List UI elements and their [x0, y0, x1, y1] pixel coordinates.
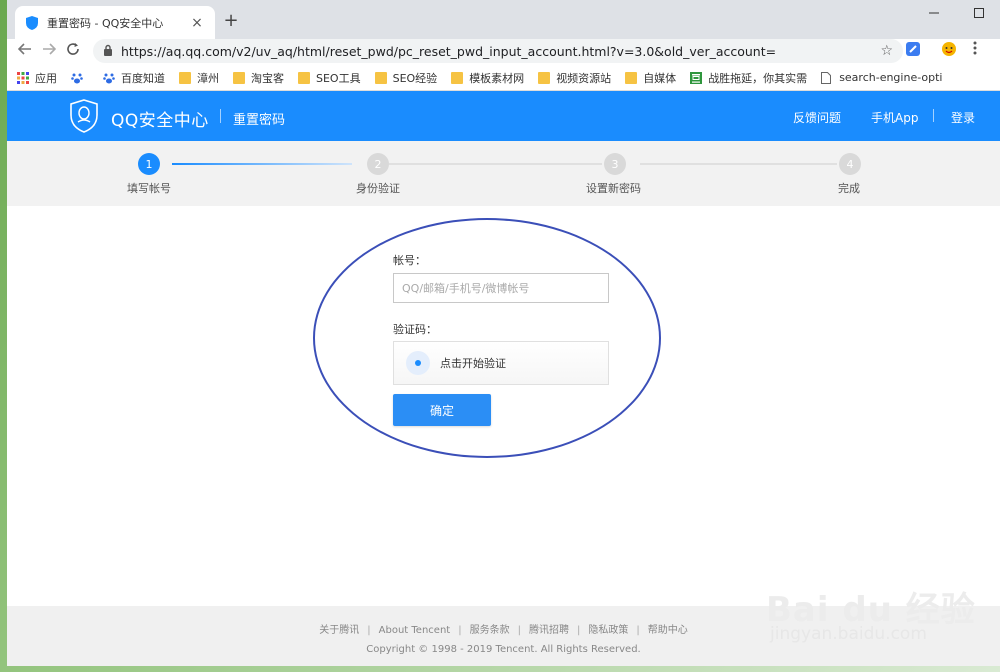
- maximize-icon[interactable]: [957, 0, 1000, 26]
- step-connector: [389, 163, 602, 165]
- step-2-circle: 2: [367, 153, 389, 175]
- minimize-icon[interactable]: [912, 0, 956, 26]
- tab-reset-password[interactable]: 重置密码 - QQ安全中心 ×: [15, 6, 215, 39]
- emoji-extension-icon[interactable]: [939, 41, 959, 61]
- bookmark-label: 战胜拖延，你其实需: [708, 71, 808, 85]
- bookmark-baidu[interactable]: [71, 72, 89, 84]
- account-input[interactable]: [393, 273, 609, 303]
- browser-window: 重置密码 - QQ安全中心 × + https://aq.qq.com/v2/u…: [7, 0, 1000, 666]
- header-divider: [933, 109, 934, 122]
- bookmark-label: 淘宝客: [251, 71, 284, 85]
- footer-separator: |: [367, 625, 371, 636]
- footer-link-terms[interactable]: 服务条款: [470, 625, 510, 636]
- tab-title: 重置密码 - QQ安全中心: [47, 16, 164, 30]
- bookmark-folder-seo-tools[interactable]: SEO工具: [298, 70, 361, 86]
- captcha-text: 点击开始验证: [440, 357, 506, 370]
- bookmark-apps[interactable]: 应用: [17, 70, 57, 86]
- footer-separator: |: [576, 625, 581, 636]
- tab-strip: 重置密码 - QQ安全中心 × +: [7, 0, 1000, 39]
- account-label: 帐号：: [393, 254, 426, 267]
- bookmark-douban[interactable]: 战胜拖延，你其实需: [690, 70, 807, 86]
- bookmark-label: 视频资源站: [556, 71, 612, 85]
- folder-icon: [625, 71, 638, 84]
- bookmark-label: search-engine-opti: [839, 71, 943, 84]
- qq-security-shield-icon: [70, 99, 98, 133]
- footer-separator: |: [517, 625, 521, 636]
- back-arrow-icon[interactable]: [13, 42, 37, 60]
- step-2-label: 身份验证: [356, 182, 400, 195]
- folder-icon: [179, 71, 191, 84]
- bookmark-folder-media[interactable]: 自媒体: [625, 70, 676, 86]
- step-4-circle: 4: [839, 153, 861, 175]
- bookmark-seo-page[interactable]: search-engine-opti: [821, 71, 942, 84]
- baidu-paw-icon: [103, 72, 115, 84]
- login-link[interactable]: 登录: [951, 109, 975, 126]
- folder-icon: [233, 71, 245, 84]
- footer-link-jobs[interactable]: 腾讯招聘: [529, 625, 569, 636]
- feedback-link[interactable]: 反馈问题: [793, 109, 841, 126]
- progress-steps: 1 2 3 4 填写帐号 身份验证 设置新密码 完成: [7, 141, 1000, 206]
- reset-form-area: 帐号： 验证码： 点击开始验证 确定: [7, 206, 1000, 608]
- bookmark-label: 漳州: [197, 71, 219, 85]
- baidu-jingyan-watermark: Bai du 经验 jingyan.baidu.com: [760, 568, 990, 658]
- url-text: https://aq.qq.com/v2/uv_aq/html/reset_pw…: [121, 43, 777, 59]
- step-3-label: 设置新密码: [586, 182, 641, 195]
- step-3-circle: 3: [604, 153, 626, 175]
- bookmark-folder-taobaoke[interactable]: 淘宝客: [233, 70, 284, 86]
- extension-icon[interactable]: [903, 41, 923, 61]
- footer-link-about-en[interactable]: About Tencent: [379, 625, 451, 636]
- captcha-label: 验证码：: [393, 323, 437, 336]
- step-1-label: 填写帐号: [127, 182, 171, 195]
- tab-close-icon[interactable]: ×: [189, 15, 205, 31]
- bookmark-label: 百度知道: [121, 71, 165, 85]
- browser-toolbar: https://aq.qq.com/v2/uv_aq/html/reset_pw…: [7, 39, 1000, 63]
- header-divider: [220, 109, 221, 123]
- bookmark-label: SEO工具: [316, 71, 361, 85]
- step-1-circle: 1: [138, 153, 160, 175]
- folder-icon: [538, 71, 551, 84]
- captcha-verify-box[interactable]: 点击开始验证: [393, 341, 609, 385]
- reload-icon[interactable]: [61, 42, 85, 60]
- captcha-dot-icon: [406, 351, 430, 375]
- bookmark-label: 自媒体: [643, 71, 677, 85]
- footer-link-help[interactable]: 帮助中心: [648, 625, 688, 636]
- site-header: QQ安全中心 重置密码 反馈问题 手机App 登录: [7, 91, 1000, 141]
- bookmark-baidu-zhidao[interactable]: 百度知道: [103, 70, 165, 86]
- step-4-label: 完成: [838, 182, 860, 195]
- footer-separator: |: [636, 625, 640, 636]
- step-connector: [640, 163, 837, 165]
- confirm-button[interactable]: 确定: [393, 394, 491, 426]
- bookmark-label: 应用: [35, 71, 57, 85]
- page-icon: [821, 71, 833, 84]
- step-connector: [172, 163, 352, 165]
- bookmark-folder-zhangzhou[interactable]: 漳州: [179, 70, 219, 86]
- address-bar[interactable]: https://aq.qq.com/v2/uv_aq/html/reset_pw…: [93, 39, 903, 63]
- forward-arrow-icon[interactable]: [37, 42, 61, 60]
- baidu-paw-icon: [71, 72, 83, 84]
- footer-link-about[interactable]: 关于腾讯: [319, 625, 359, 636]
- folder-icon: [451, 71, 464, 84]
- bookmark-folder-video[interactable]: 视频资源站: [538, 70, 611, 86]
- footer-separator: |: [458, 625, 462, 636]
- mobile-app-link[interactable]: 手机App: [871, 109, 918, 126]
- douban-icon: [690, 71, 703, 84]
- shield-favicon-icon: [25, 15, 39, 30]
- bookmark-folder-seo-experience[interactable]: SEO经验: [374, 70, 438, 86]
- folder-icon: [298, 71, 310, 84]
- apps-grid-icon: [17, 71, 29, 84]
- menu-dots-icon[interactable]: [965, 41, 985, 61]
- page-title: 重置密码: [233, 113, 286, 128]
- lock-icon: [103, 44, 113, 59]
- watermark-url: jingyan.baidu.com: [770, 624, 927, 644]
- folder-icon: [374, 71, 387, 84]
- bookmark-label: 模板素材网: [469, 71, 525, 85]
- bookmark-folder-templates[interactable]: 模板素材网: [451, 70, 524, 86]
- bookmark-label: SEO经验: [392, 71, 438, 85]
- new-tab-button[interactable]: +: [221, 10, 241, 31]
- footer-link-privacy[interactable]: 隐私政策: [588, 625, 628, 636]
- bookmarks-bar: 应用 百度知道 漳州 淘宝客 SEO工具 SEO经验 模板素材网 视频资源站 自…: [7, 65, 1000, 91]
- logo-text[interactable]: QQ安全中心: [111, 106, 209, 131]
- bookmark-star-icon[interactable]: ☆: [880, 43, 893, 59]
